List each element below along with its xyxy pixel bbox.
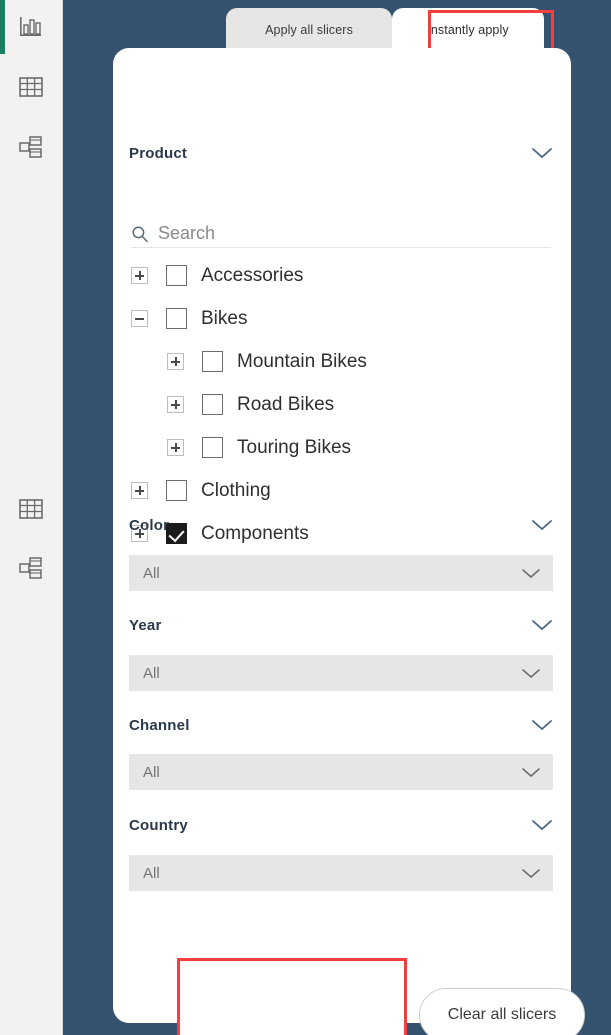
slicer-dropdown-channel[interactable]: All [129,754,553,790]
rail-item-model-view-secondary[interactable] [14,551,48,585]
rail-item-model-view[interactable] [14,130,48,164]
tree-item-label: Accessories [201,264,304,286]
active-view-accent-bar [0,0,5,54]
chevron-down-icon[interactable] [531,818,553,832]
tab-apply-all-slicers[interactable]: Apply all slicers [226,8,392,52]
tree-item-label: Road Bikes [237,393,335,415]
slicer-header-country[interactable]: Country [129,814,553,836]
tree-item-label: Mountain Bikes [237,350,367,372]
clear-all-slicers-label: Clear all slicers [447,1006,557,1023]
slicer-dropdown-year[interactable]: All [129,655,553,691]
product-tree: Accessories Bikes Mountain Bikes Road Bi… [131,254,555,555]
expand-plus-icon[interactable] [131,482,148,499]
slicer-title: Product [129,144,188,162]
tab-instantly-apply[interactable]: Instantly apply [392,8,544,52]
chevron-down-icon[interactable] [521,567,541,580]
rail-item-data-view[interactable] [14,70,48,104]
slicer-title: Color [129,516,170,534]
report-canvas: Apply all slicers Instantly apply Produc… [63,0,611,1035]
slicer-title: Channel [129,716,190,734]
tree-row[interactable]: Road Bikes [131,383,555,426]
checkbox-unchecked[interactable] [166,480,187,501]
collapse-minus-icon[interactable] [131,310,148,327]
tree-row[interactable]: Clothing [131,469,555,512]
checkbox-unchecked[interactable] [202,394,223,415]
checkbox-unchecked[interactable] [202,437,223,458]
dropdown-value: All [143,864,160,882]
tab-label: Apply all slicers [265,23,353,37]
chevron-down-icon[interactable] [531,718,553,732]
left-navigation-rail [0,0,63,1035]
chevron-down-icon[interactable] [521,867,541,880]
tree-row[interactable]: Accessories [131,254,555,297]
checkbox-unchecked[interactable] [202,351,223,372]
apply-button-highlight-box [177,958,407,1035]
expand-plus-icon[interactable] [167,439,184,456]
checkbox-unchecked[interactable] [166,265,187,286]
slicer-header-channel[interactable]: Channel [129,714,553,736]
expand-plus-icon[interactable] [131,267,148,284]
tree-row[interactable]: Touring Bikes [131,426,555,469]
expand-plus-icon[interactable] [167,396,184,413]
dropdown-value: All [143,564,160,582]
slicer-title: Year [129,616,162,634]
slicer-panel-card: Product Ac [113,48,585,1035]
product-search-row[interactable] [131,220,551,248]
search-input[interactable] [158,223,518,244]
data-table-icon [18,75,44,99]
slicer-dropdown-color[interactable]: All [129,555,553,591]
app-window: Apply all slicers Instantly apply Produc… [0,0,611,1035]
slicer-title: Country [129,816,188,834]
tree-item-label: Bikes [201,307,248,329]
tree-row[interactable]: Bikes [131,297,555,340]
slicer-header-color[interactable]: Color [129,514,553,536]
dropdown-value: All [143,664,160,682]
data-table-icon [18,497,44,521]
chevron-down-icon[interactable] [531,618,553,632]
slicer-header-product[interactable]: Product [129,142,553,164]
report-bar-chart-icon [18,15,44,39]
chevron-down-icon[interactable] [531,146,553,160]
tree-item-label: Clothing [201,479,271,501]
search-icon [131,225,149,243]
slicer-header-year[interactable]: Year [129,614,553,636]
chevron-down-icon[interactable] [521,667,541,680]
model-relationships-icon [18,135,44,159]
clear-all-slicers-button[interactable]: Clear all slicers [419,988,585,1035]
chevron-down-icon[interactable] [521,766,541,779]
expand-plus-icon[interactable] [167,353,184,370]
rail-item-data-view-secondary[interactable] [14,492,48,526]
model-relationships-icon [18,556,44,580]
tree-row[interactable]: Mountain Bikes [131,340,555,383]
tree-item-label: Touring Bikes [237,436,352,458]
tab-label: Instantly apply [427,23,509,37]
chevron-down-icon[interactable] [531,518,553,532]
slicer-dropdown-country[interactable]: All [129,855,553,891]
checkbox-unchecked[interactable] [166,308,187,329]
rail-item-report-view[interactable] [14,10,48,44]
dropdown-value: All [143,763,160,781]
